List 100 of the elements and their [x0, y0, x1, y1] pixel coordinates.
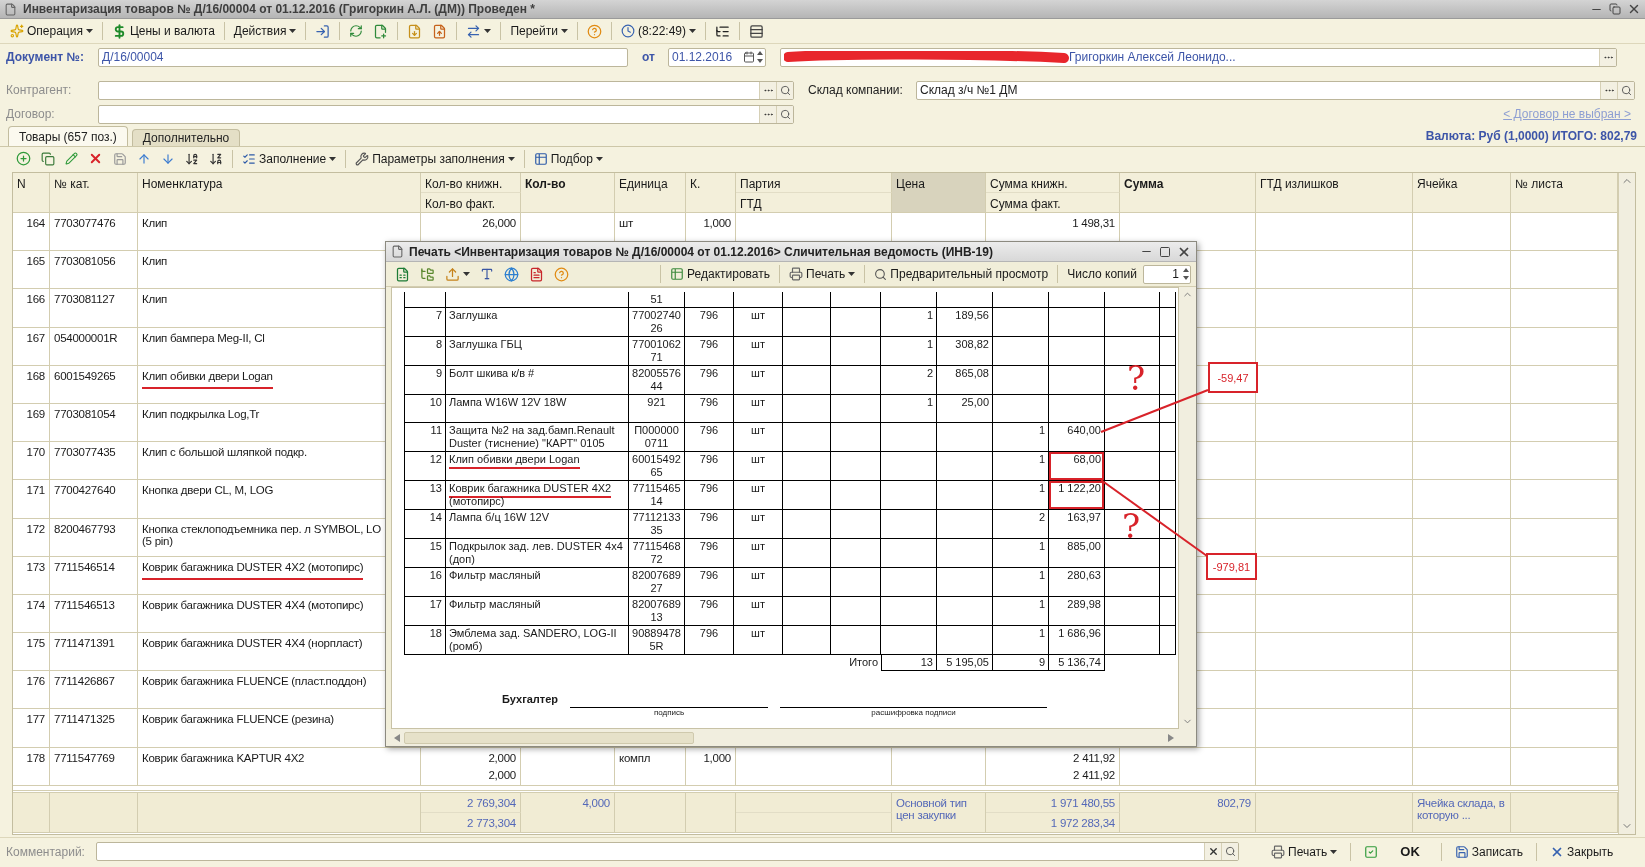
table-cell	[881, 292, 937, 308]
table-cell	[831, 539, 881, 568]
table-cell: 176	[13, 671, 50, 710]
fill-menu[interactable]: Заполнение	[238, 148, 341, 169]
table-cell	[783, 292, 831, 308]
table-cell: 7711213335	[629, 510, 685, 539]
column-header[interactable]: К.	[686, 173, 736, 212]
table-cell: 640,00	[1049, 423, 1105, 452]
responsible-field[interactable]: Григоркин Алексей Леонидо...	[780, 47, 1617, 67]
table-cell: 280,63	[1049, 568, 1105, 597]
fill-params-menu[interactable]: Параметры заполнения	[351, 148, 519, 169]
history-menu[interactable]: (8:22:49)	[616, 20, 700, 42]
table-cell: 7700427640	[50, 480, 138, 519]
copies-field[interactable]: 1	[1143, 264, 1191, 284]
pick-menu[interactable]: Подбор	[529, 148, 607, 169]
printer-icon	[1271, 844, 1285, 859]
column-header[interactable]: Номенклатура	[138, 173, 421, 212]
table-cell	[1160, 292, 1176, 308]
table-cell	[734, 292, 783, 308]
table-cell	[783, 481, 831, 510]
tab[interactable]: Дополнительно	[131, 129, 241, 146]
search-button[interactable]	[776, 105, 793, 123]
table-cell	[783, 452, 831, 481]
horizontal-scrollbar[interactable]	[386, 729, 1196, 746]
table-cell: 7703081056	[50, 251, 138, 290]
table-cell: шт	[734, 423, 783, 452]
vertical-scrollbar[interactable]	[1618, 173, 1635, 834]
search-button[interactable]	[1221, 843, 1238, 860]
ok-button[interactable]: OK	[1388, 841, 1432, 862]
table-cell: 1 686,96	[1049, 626, 1105, 655]
calendar-icon	[743, 51, 755, 63]
table-icon	[533, 151, 548, 166]
close-icon[interactable]	[1627, 2, 1641, 16]
table-cell: 7703077435	[50, 442, 138, 481]
comment-field[interactable]	[96, 842, 1239, 861]
document-icon	[4, 2, 17, 16]
preview-button[interactable]: Предварительный просмотр	[870, 263, 1053, 285]
column-header[interactable]: N	[13, 173, 50, 212]
table-cell: 172	[13, 518, 50, 557]
tree-list-icon	[715, 23, 730, 39]
column-header[interactable]: Цена	[892, 173, 986, 212]
table-cell: 2,000	[421, 767, 521, 786]
column-header[interactable]: Кол-во факт.	[421, 193, 521, 213]
table-cell	[1105, 292, 1160, 308]
table-cell: 7711546513	[50, 594, 138, 634]
clear-button[interactable]	[1204, 843, 1221, 860]
table-cell: 1	[993, 481, 1049, 510]
table-cell	[881, 423, 937, 452]
print-button[interactable]: Печать	[1267, 841, 1342, 862]
question-mark: ?	[1127, 360, 1146, 396]
column-header[interactable]: Кол-во	[521, 173, 615, 212]
counterparty-field[interactable]	[98, 80, 794, 100]
table-cell: 9	[993, 655, 1049, 671]
warehouse-field[interactable]: Склад з/ч №1 ДМ	[916, 80, 1635, 100]
column-header[interactable]: ГТД излишков	[1256, 173, 1413, 212]
column-header[interactable]: Кол-во книжн.	[421, 173, 521, 193]
table-cell	[1105, 539, 1160, 568]
print-button[interactable]: Печать	[785, 263, 860, 285]
table-cell: 7703081127	[50, 289, 138, 328]
table-cell: 174	[13, 594, 50, 634]
search-button[interactable]	[776, 81, 793, 99]
vertical-scrollbar[interactable]	[1179, 287, 1196, 729]
operation-menu[interactable]: Операция	[6, 20, 97, 42]
column-header[interactable]: Сумма	[1120, 173, 1256, 212]
search-button[interactable]	[1617, 81, 1634, 99]
contract-field[interactable]	[98, 104, 794, 124]
table-cell: 796	[685, 366, 734, 395]
edit-button[interactable]: Редактировать	[666, 263, 774, 285]
table-cell: 8200557644	[629, 366, 685, 395]
sort-ascending-icon	[185, 151, 199, 166]
column-header[interactable]: Ячейка	[1413, 173, 1511, 212]
document-number-field[interactable]: Д/16/00004	[98, 47, 628, 67]
tab[interactable]: Товары (657 поз.)	[8, 126, 128, 146]
column-header[interactable]: Сумма книжн.	[986, 173, 1120, 193]
restore-icon[interactable]	[1609, 3, 1621, 15]
actions-menu[interactable]: Действия	[229, 20, 301, 42]
pdf-icon	[529, 266, 544, 282]
column-header[interactable]: № кат.	[50, 173, 138, 212]
table-cell	[831, 481, 881, 510]
table-cell	[937, 597, 993, 626]
column-header[interactable]: Единица	[615, 173, 686, 212]
font-icon	[480, 267, 494, 281]
goto-menu[interactable]: Перейти	[506, 20, 572, 42]
table-cell	[831, 423, 881, 452]
maximize-icon[interactable]	[1159, 245, 1171, 258]
table-cell: 796	[685, 308, 734, 337]
table-cell: 168	[13, 365, 50, 404]
date-field[interactable]: 01.12.2016	[668, 47, 766, 67]
select-button[interactable]	[1599, 48, 1616, 66]
caret-icon	[329, 156, 337, 161]
save-button[interactable]: Записать	[1450, 841, 1528, 862]
table-cell	[1105, 568, 1160, 597]
table-cell	[993, 308, 1049, 337]
table-cell: 908894785R	[629, 626, 685, 655]
prices-button[interactable]: Цены и валюта	[107, 20, 219, 42]
caret-icon	[289, 29, 297, 33]
table-cell: 289,98	[1049, 597, 1105, 626]
search-icon	[1224, 846, 1236, 857]
close-button[interactable]: Закрыть	[1546, 841, 1618, 862]
column-header[interactable]: Сумма факт.	[986, 193, 1120, 213]
